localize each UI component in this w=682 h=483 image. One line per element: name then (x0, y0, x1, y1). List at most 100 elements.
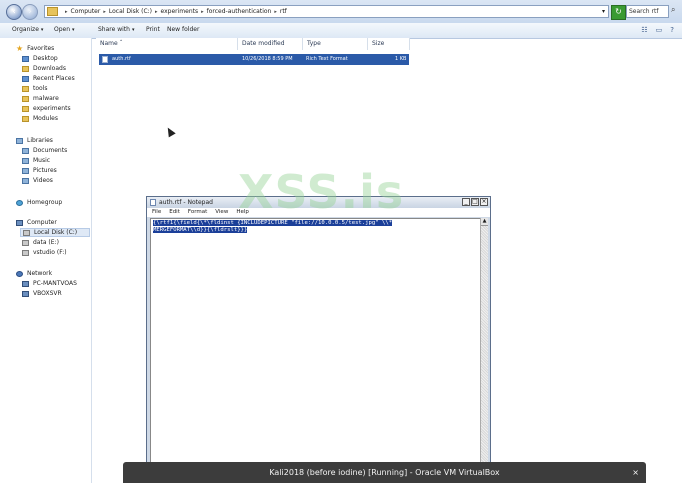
breadcrumb-local-disk[interactable]: Local Disk (C:) (109, 8, 152, 15)
chevron-down-icon: ▾ (40, 27, 44, 33)
folder-icon (22, 115, 29, 122)
breadcrumb-computer[interactable]: Computer (71, 8, 101, 15)
sidebar-item-pc1[interactable]: PC-MANTVOAS (22, 279, 77, 288)
sidebar-item-label: Downloads (33, 65, 66, 72)
sidebar-item-label: Homegroup (27, 199, 63, 206)
chevron-right-icon: ▸ (201, 8, 204, 15)
text-line-1: {\rtf1{\field{\*\fldinst {INCLUDEPICTURE… (153, 220, 393, 226)
computer-icon (22, 290, 29, 297)
sidebar-item-data[interactable]: data (E:) (22, 238, 59, 247)
column-header-type[interactable]: Type (303, 38, 368, 50)
menu-edit[interactable]: Edit (169, 208, 180, 217)
file-row[interactable]: auth.rtf 10/26/2018 8:59 PM Rich Text Fo… (99, 54, 409, 65)
menu-format[interactable]: Format (188, 208, 207, 217)
sidebar-item-favorites[interactable]: ★ Favorites (16, 44, 54, 53)
open-label: Open (54, 26, 71, 33)
sidebar-item-label: Libraries (27, 137, 53, 144)
sidebar-item-label: Pictures (33, 167, 57, 174)
help-icon[interactable]: ? (670, 26, 674, 34)
sidebar-item-label: Local Disk (C:) (34, 229, 78, 236)
breadcrumb-rtf[interactable]: rtf (280, 8, 287, 15)
mouse-cursor-icon (164, 125, 176, 138)
downloads-folder-icon (22, 65, 29, 72)
share-with-button[interactable]: Share with ▾ (98, 26, 134, 33)
search-input[interactable]: Search rtf (626, 5, 669, 18)
minimize-button[interactable]: _ (462, 198, 470, 206)
pictures-icon (22, 167, 29, 174)
open-button[interactable]: Open ▾ (54, 26, 75, 33)
sidebar-item-pc2[interactable]: VBOXSVR (22, 289, 62, 298)
sidebar-item-network[interactable]: Network (16, 269, 52, 278)
column-header-name[interactable]: Name ˆ (96, 38, 238, 50)
sidebar-item-downloads[interactable]: Downloads (22, 64, 66, 73)
sidebar-item-videos[interactable]: Videos (22, 176, 53, 185)
drive-icon (22, 249, 29, 256)
videos-icon (22, 177, 29, 184)
forward-button[interactable]: › (22, 4, 38, 20)
scroll-up-icon[interactable]: ▲ (481, 218, 488, 226)
organize-button[interactable]: Organize ▾ (12, 26, 43, 33)
sidebar-item-label: malware (33, 95, 59, 102)
column-header-size[interactable]: Size (368, 38, 410, 50)
music-icon (22, 157, 29, 164)
folder-icon (22, 95, 29, 102)
sidebar-item-recent-places[interactable]: Recent Places (22, 74, 75, 83)
folder-icon (47, 7, 58, 16)
share-with-label: Share with (98, 26, 130, 33)
sidebar-item-malware[interactable]: malware (22, 94, 59, 103)
search-icon[interactable]: ⌕ (671, 5, 675, 15)
libraries-icon (16, 137, 23, 144)
virtualbox-title-bar[interactable]: Kali2018 (before iodine) [Running] - Ora… (123, 462, 646, 483)
vertical-scrollbar[interactable]: ▲ (480, 218, 488, 463)
print-button[interactable]: Print (146, 26, 160, 33)
menu-view[interactable]: View (215, 208, 228, 217)
file-date: 10/26/2018 8:59 PM (242, 56, 293, 62)
sidebar-item-label: tools (33, 85, 48, 92)
column-header-date-modified[interactable]: Date modified (238, 38, 303, 50)
sidebar-item-label: vstudio (F:) (33, 249, 67, 256)
sidebar-item-music[interactable]: Music (22, 156, 50, 165)
maximize-button[interactable]: □ (471, 198, 479, 206)
breadcrumb-forced-authentication[interactable]: forced-authentication (207, 8, 272, 15)
chevron-down-icon[interactable]: ▾ (602, 8, 605, 15)
sidebar-item-libraries[interactable]: Libraries (16, 136, 53, 145)
address-bar: ‹ › ▸ Computer ▸ Local Disk (C:) ▸ exper… (0, 0, 682, 24)
desktop-icon (22, 55, 29, 62)
sidebar-item-computer[interactable]: Computer (16, 218, 57, 227)
sidebar-item-documents[interactable]: Documents (22, 146, 67, 155)
view-options-icon[interactable]: ☷ (641, 26, 647, 34)
close-icon[interactable]: × (632, 462, 639, 483)
notepad-text-area[interactable]: {\rtf1{\field{\*\fldinst {INCLUDEPICTURE… (150, 218, 481, 463)
sidebar-item-label: Favorites (27, 45, 55, 52)
sidebar-item-pictures[interactable]: Pictures (22, 166, 57, 175)
file-size: 1 KB (395, 56, 407, 62)
recent-places-icon (22, 75, 29, 82)
sidebar-item-label: Documents (33, 147, 68, 154)
watermark: XSS.is (238, 165, 405, 219)
breadcrumb[interactable]: ▸ Computer ▸ Local Disk (C:) ▸ experimen… (44, 5, 609, 18)
back-button[interactable]: ‹ (6, 4, 22, 20)
sidebar-item-label: experiments (33, 105, 71, 112)
column-header-label: Name (100, 40, 118, 47)
sidebar-item-experiments[interactable]: experiments (22, 104, 71, 113)
close-button[interactable]: × (480, 198, 488, 206)
sidebar-item-label: VBOXSVR (33, 290, 62, 297)
sidebar-item-homegroup[interactable]: Homegroup (16, 198, 62, 207)
preview-pane-icon[interactable]: ▭ (656, 26, 663, 34)
sidebar-item-label: Desktop (33, 55, 58, 62)
sidebar-item-label: Modules (33, 115, 58, 122)
computer-icon (22, 280, 29, 287)
new-folder-button[interactable]: New folder (167, 26, 199, 33)
sidebar-item-label: Recent Places (33, 75, 75, 82)
refresh-button[interactable]: ↻ (611, 5, 626, 20)
sidebar-item-modules[interactable]: Modules (22, 114, 58, 123)
menu-file[interactable]: File (152, 208, 161, 217)
breadcrumb-experiments[interactable]: experiments (161, 8, 199, 15)
sidebar-item-vstudio[interactable]: vstudio (F:) (22, 248, 67, 257)
sidebar-item-desktop[interactable]: Desktop (22, 54, 58, 63)
sidebar-item-local-disk[interactable]: Local Disk (C:) (20, 228, 90, 237)
sidebar-item-tools[interactable]: tools (22, 84, 48, 93)
drive-icon (23, 229, 30, 236)
sidebar-item-label: PC-MANTVOAS (33, 280, 77, 287)
chevron-right-icon: ▸ (155, 8, 158, 15)
